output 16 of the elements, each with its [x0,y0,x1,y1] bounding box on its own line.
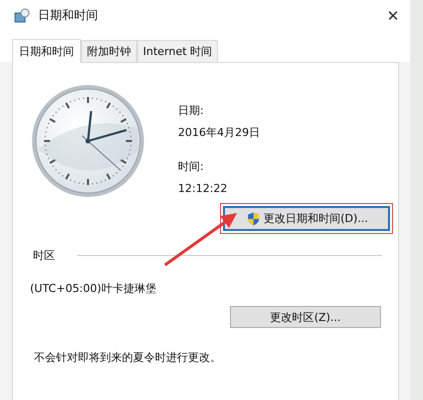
time-label: 时间: [178,159,205,175]
shield-icon [247,212,260,226]
date-value: 2016年4月29日 [178,125,260,141]
time-value: 12:12:22 [178,181,228,197]
timezone-value: (UTC+05:00)叶卡捷琳堡 [29,281,158,296]
close-button[interactable]: ✕ [376,2,410,30]
tab[interactable]: Internet 时间 [137,40,218,62]
date-time-app-icon [14,8,30,24]
window-title: 日期和时间 [38,7,98,24]
tab[interactable]: 附加时钟 [81,40,137,62]
change-date-time-button[interactable]: 更改日期和时间(D)... [220,203,393,234]
date-label: 日期: [178,103,205,119]
change-timezone-button[interactable]: 更改时区(Z)... [230,306,381,328]
timezone-heading: 时区 [33,248,55,263]
tab[interactable]: 日期和时间 [12,39,81,63]
dst-note: 不会针对即将到来的夏令时进行更改。 [33,350,222,365]
